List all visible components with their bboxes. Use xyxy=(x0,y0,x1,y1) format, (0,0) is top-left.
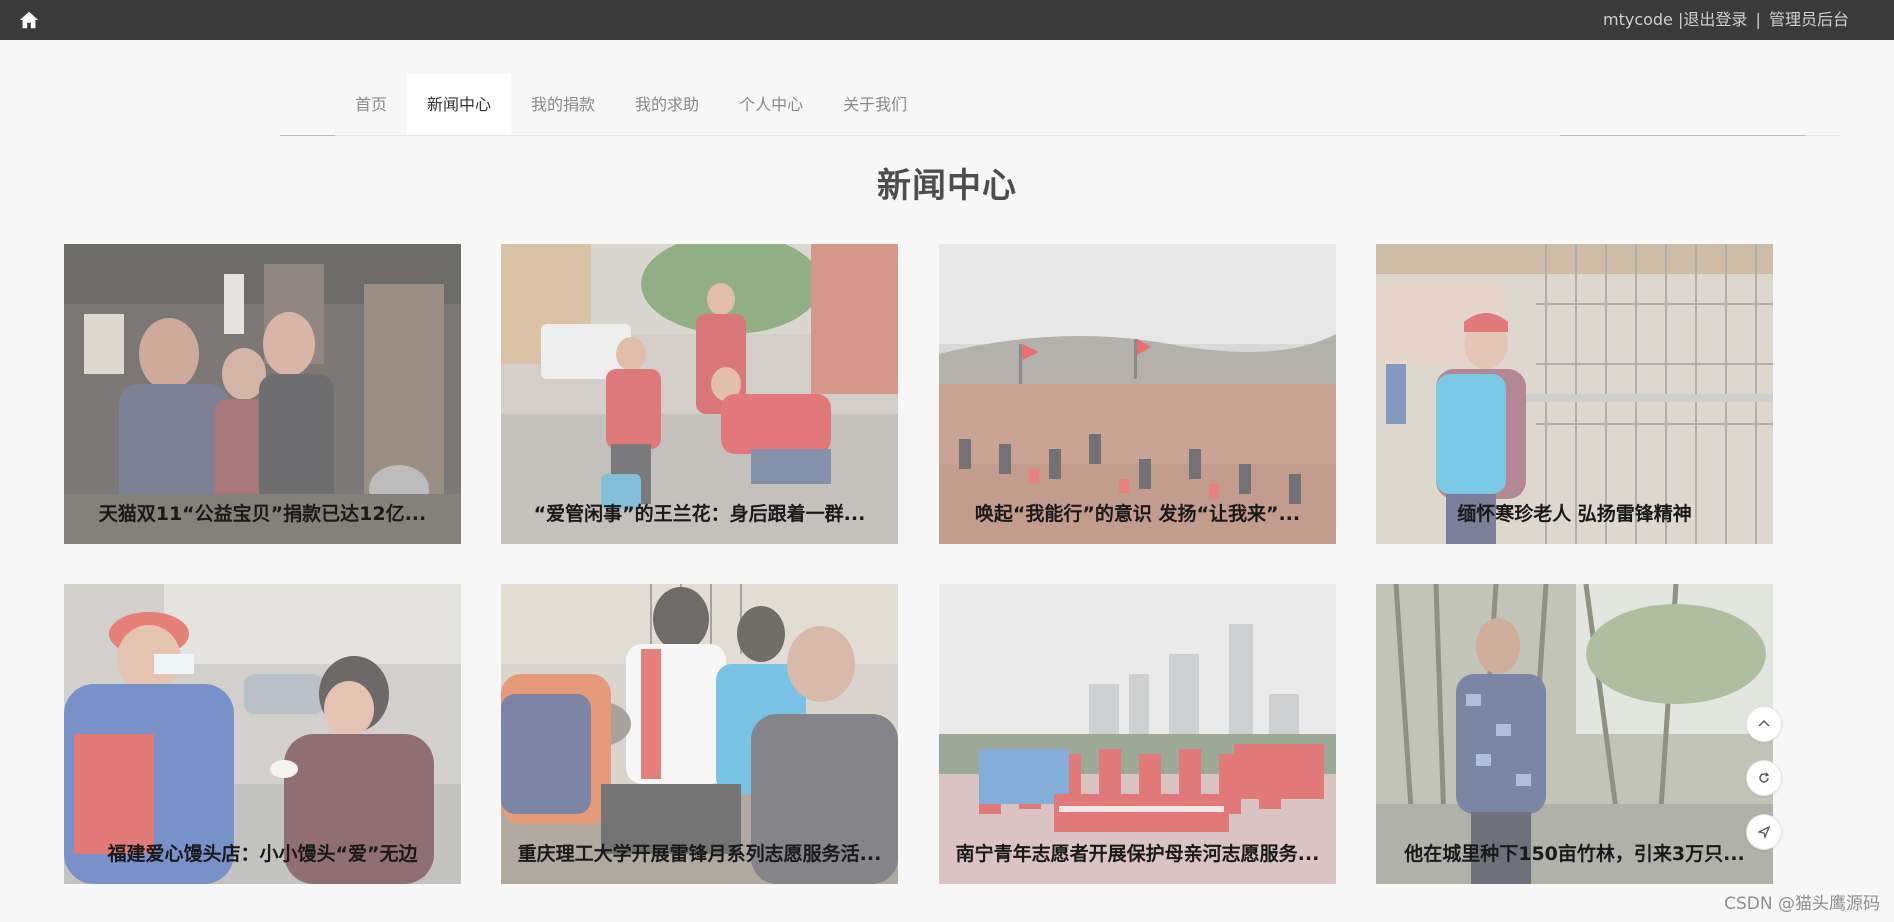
news-card[interactable]: 福建爱心馒头店：小小馒头“爱”无边 xyxy=(64,584,461,884)
nav-item-requests[interactable]: 我的求助 xyxy=(615,74,719,135)
separator: | xyxy=(1755,10,1761,29)
share-button[interactable] xyxy=(1746,814,1782,850)
logout-link[interactable]: |退出登录 xyxy=(1678,10,1747,29)
main-nav: 首页 新闻中心 我的捐款 我的求助 个人中心 关于我们 xyxy=(280,74,1840,136)
arrow-up-icon xyxy=(1758,720,1770,727)
news-title: 他在城里种下150亩竹林，引来3万只... xyxy=(1404,843,1745,865)
page-title: 新闻中心 xyxy=(877,166,1017,206)
refresh-icon xyxy=(1759,772,1770,783)
news-card[interactable]: 唤起“我能行”的意识 发扬“让我来”... xyxy=(939,244,1336,544)
news-card[interactable]: 重庆理工大学开展雷锋月系列志愿服务活... xyxy=(501,584,898,884)
news-title: “爱管闲事”的王兰花：身后跟着一群... xyxy=(533,503,866,525)
news-title: 南宁青年志愿者开展保护母亲河志愿服务... xyxy=(955,843,1320,865)
nav-item-donations[interactable]: 我的捐款 xyxy=(511,74,615,135)
news-title: 天猫双11“公益宝贝”捐款已达12亿... xyxy=(98,503,427,525)
top-links: mtycode |退出登录 | 管理员后台 xyxy=(1603,0,1849,40)
nav-item-news[interactable]: 新闻中心 xyxy=(407,74,512,135)
news-title: 福建爱心馒头店：小小馒头“爱”无边 xyxy=(107,843,418,865)
news-card[interactable]: 他在城里种下150亩竹林，引来3万只... xyxy=(1376,584,1773,884)
news-title: 重庆理工大学开展雷锋月系列志愿服务活... xyxy=(517,843,882,865)
username-link[interactable]: mtycode xyxy=(1603,10,1673,29)
nav-item-about[interactable]: 关于我们 xyxy=(823,74,927,135)
scroll-top-button[interactable] xyxy=(1746,706,1782,742)
news-card[interactable]: 天猫双11“公益宝贝”捐款已达12亿... xyxy=(64,244,461,544)
nav-divider-right xyxy=(1560,135,1805,136)
home-icon[interactable] xyxy=(18,9,40,31)
nav-item-home[interactable]: 首页 xyxy=(335,74,407,135)
news-title: 缅怀寒珍老人 弘扬雷锋精神 xyxy=(1457,503,1692,525)
nav-divider-left xyxy=(280,135,335,136)
news-title: 唤起“我能行”的意识 发扬“让我来”... xyxy=(974,503,1301,525)
admin-link[interactable]: 管理员后台 xyxy=(1769,10,1849,29)
news-card[interactable]: “爱管闲事”的王兰花：身后跟着一群... xyxy=(501,244,898,544)
top-bar: mtycode |退出登录 | 管理员后台 xyxy=(0,0,1894,40)
nav-item-profile[interactable]: 个人中心 xyxy=(719,74,823,135)
news-card[interactable]: 缅怀寒珍老人 弘扬雷锋精神 xyxy=(1376,244,1773,544)
watermark: CSDN @猫头鹰源码 xyxy=(1724,894,1880,914)
news-card[interactable]: 南宁青年志愿者开展保护母亲河志愿服务... xyxy=(939,584,1336,884)
refresh-button[interactable] xyxy=(1746,760,1782,796)
send-icon xyxy=(1757,825,1771,839)
